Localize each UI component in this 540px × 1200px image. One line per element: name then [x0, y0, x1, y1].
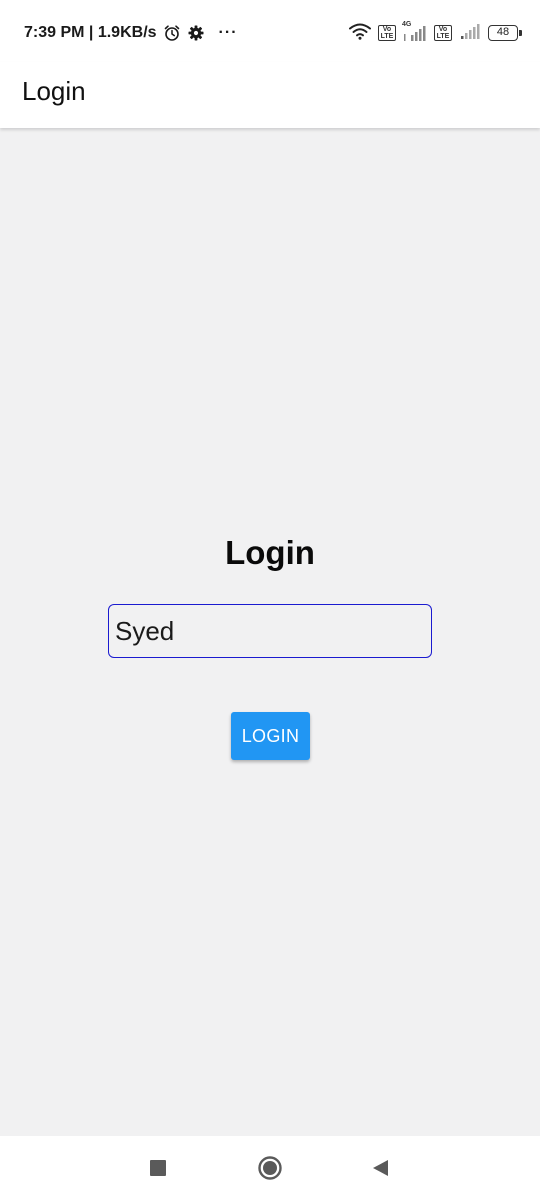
- battery-level: 48: [496, 26, 510, 38]
- status-right: Vo LTE 4G Vo LTE 48: [348, 21, 522, 45]
- status-bar: 7:39 PM | 1.9KB/s ··· Vo LTE 4G Vo LTE 4…: [0, 0, 540, 62]
- login-button[interactable]: LOGIN: [231, 712, 310, 760]
- status-left: 7:39 PM | 1.9KB/s ···: [24, 22, 238, 44]
- volte-icon: Vo LTE: [378, 25, 396, 41]
- more-notifications-icon: ···: [218, 24, 238, 41]
- gear-icon: [187, 24, 205, 42]
- back-icon[interactable]: [368, 1156, 392, 1180]
- status-time-speed: 7:39 PM | 1.9KB/s: [24, 24, 157, 41]
- navigation-bar: [0, 1136, 540, 1200]
- recents-icon[interactable]: [146, 1156, 170, 1180]
- battery-icon: 48: [488, 25, 522, 41]
- app-bar-title: Login: [22, 76, 86, 106]
- volte-icon-2: Vo LTE: [434, 25, 452, 41]
- wifi-icon: [348, 22, 372, 45]
- login-heading: Login: [225, 534, 315, 571]
- alarm-icon: [163, 24, 181, 42]
- username-input[interactable]: [108, 604, 432, 658]
- signal-icon: 4G: [402, 21, 428, 42]
- signal-icon-2: [458, 22, 482, 45]
- home-icon[interactable]: [258, 1156, 282, 1180]
- app-bar: Login: [0, 62, 540, 128]
